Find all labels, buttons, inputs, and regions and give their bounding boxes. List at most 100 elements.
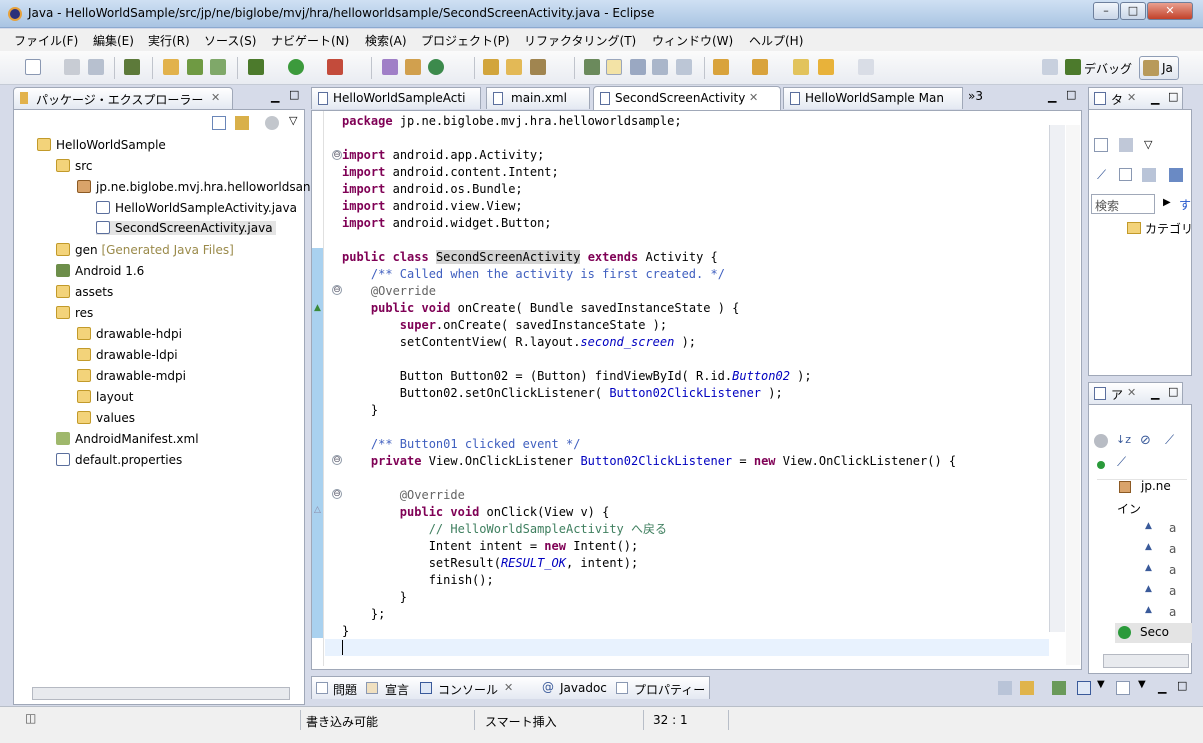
editor-vertical-scrollbar[interactable] bbox=[1049, 125, 1065, 632]
tab-main-xml[interactable]: main.xml bbox=[486, 87, 590, 109]
menu-source[interactable]: ソース(S) bbox=[204, 32, 256, 49]
open-resource-icon[interactable] bbox=[506, 59, 522, 75]
close-icon[interactable]: ✕ bbox=[749, 91, 758, 104]
sync-icon[interactable] bbox=[1142, 168, 1156, 182]
tab-overflow-button[interactable]: »3 bbox=[968, 89, 983, 103]
print-icon[interactable] bbox=[88, 59, 104, 75]
fold-toggle-icon[interactable]: ⊖ bbox=[332, 150, 342, 160]
save-icon[interactable] bbox=[64, 59, 80, 75]
show-whitespace-icon[interactable] bbox=[630, 59, 646, 75]
android-sdk-icon[interactable] bbox=[124, 59, 140, 75]
next-annotation-icon[interactable] bbox=[713, 59, 729, 75]
tree-item-secondscreenactivity[interactable]: SecondScreenActivity.java bbox=[96, 221, 276, 235]
menu-search[interactable]: 検索(A) bbox=[365, 32, 407, 49]
collapse-all-icon[interactable] bbox=[212, 116, 226, 130]
block-selection-icon[interactable] bbox=[652, 59, 668, 75]
tab-problems[interactable]: 問題 bbox=[333, 681, 357, 698]
public-member-icon[interactable] bbox=[1097, 461, 1105, 469]
maximize-view-icon[interactable]: □ bbox=[1168, 90, 1178, 103]
collapse-icon[interactable] bbox=[1119, 138, 1133, 152]
chevron-down-icon[interactable]: ▼ bbox=[1097, 679, 1105, 690]
outline-item[interactable]: a bbox=[1169, 584, 1176, 598]
back-icon[interactable] bbox=[818, 59, 834, 75]
tree-item-default-properties[interactable]: default.properties bbox=[56, 453, 182, 467]
minimize-view-icon[interactable]: ▁ bbox=[1151, 387, 1159, 400]
debug-perspective-label[interactable]: デバッグ bbox=[1084, 60, 1132, 77]
tree-item-drawable-hdpi[interactable]: drawable-hdpi bbox=[77, 327, 182, 341]
tree-item-helloworldsampleactivity[interactable]: HelloWorldSampleActivity.java bbox=[96, 201, 297, 215]
forward-icon[interactable] bbox=[858, 59, 874, 75]
new-task-icon[interactable] bbox=[1094, 138, 1108, 152]
link-with-editor-icon[interactable] bbox=[235, 116, 249, 130]
new-icon[interactable] bbox=[25, 59, 41, 75]
maximize-view-icon[interactable]: □ bbox=[1177, 679, 1187, 692]
fold-toggle-icon[interactable]: ⊖ bbox=[332, 285, 342, 295]
outline-item[interactable]: a bbox=[1169, 605, 1176, 619]
maximize-editor-icon[interactable]: □ bbox=[1066, 88, 1076, 101]
tab-task-list[interactable]: タ ✕ ▁ □ bbox=[1088, 87, 1183, 109]
outline-item[interactable]: a bbox=[1169, 542, 1176, 556]
tree-item-drawable-ldpi[interactable]: drawable-ldpi bbox=[77, 348, 178, 362]
search-tool-icon[interactable] bbox=[530, 59, 546, 75]
open-type-icon[interactable] bbox=[483, 59, 499, 75]
tree-item-project[interactable]: HelloWorldSample bbox=[37, 138, 166, 152]
tab-javadoc[interactable]: Javadoc bbox=[560, 681, 607, 695]
tree-item-gen[interactable]: gen [Generated Java Files] bbox=[56, 243, 234, 257]
fast-view-icon[interactable]: ◫ bbox=[25, 711, 36, 725]
hide-local-types-icon[interactable]: ⟋ bbox=[1117, 455, 1126, 470]
close-icon[interactable]: ✕ bbox=[504, 681, 513, 694]
play-icon[interactable]: ▶ bbox=[1163, 197, 1171, 208]
focus-icon[interactable] bbox=[1119, 168, 1132, 181]
fold-toggle-icon[interactable]: ⊖ bbox=[332, 489, 342, 499]
menu-file[interactable]: ファイル(F) bbox=[14, 32, 78, 49]
menu-project[interactable]: プロジェクト(P) bbox=[421, 32, 510, 49]
tree-item-android-library[interactable]: Android 1.6 bbox=[56, 264, 144, 278]
menu-run[interactable]: 実行(R) bbox=[148, 32, 190, 49]
minimize-view-icon[interactable]: ▁ bbox=[271, 90, 279, 103]
tree-item-src[interactable]: src bbox=[56, 159, 93, 173]
close-button[interactable]: ✕ bbox=[1147, 2, 1193, 20]
external-tools-icon[interactable] bbox=[327, 59, 343, 75]
pin-console-icon[interactable] bbox=[1052, 681, 1066, 695]
highlight-icon[interactable] bbox=[606, 59, 622, 75]
menu-help[interactable]: ヘルプ(H) bbox=[749, 32, 803, 49]
tree-item-androidmanifest[interactable]: AndroidManifest.xml bbox=[56, 432, 199, 446]
paragraph-icon[interactable] bbox=[676, 59, 692, 75]
menu-refactor[interactable]: リファクタリング(T) bbox=[524, 32, 636, 49]
minimize-button[interactable]: – bbox=[1093, 2, 1119, 20]
close-icon[interactable]: ✕ bbox=[211, 91, 220, 104]
tab-console[interactable]: コンソール bbox=[438, 681, 498, 698]
tree-item-drawable-mdpi[interactable]: drawable-mdpi bbox=[77, 369, 186, 383]
filter-icon[interactable] bbox=[265, 116, 279, 130]
menu-window[interactable]: ウィンドウ(W) bbox=[652, 32, 733, 49]
open-perspective-icon[interactable] bbox=[1042, 59, 1058, 75]
new-android-icon[interactable] bbox=[210, 59, 226, 75]
minimize-view-icon[interactable]: ▁ bbox=[1151, 92, 1159, 105]
java-perspective-button[interactable]: Ja bbox=[1139, 56, 1179, 80]
tree-item-assets[interactable]: assets bbox=[56, 285, 113, 299]
tab-outline[interactable]: ア ✕ ▁ □ bbox=[1088, 382, 1183, 404]
maximize-button[interactable]: □ bbox=[1120, 2, 1146, 20]
last-edit-location-icon[interactable] bbox=[793, 59, 809, 75]
new-interface-icon[interactable] bbox=[428, 59, 444, 75]
explorer-horizontal-scrollbar[interactable] bbox=[32, 687, 290, 700]
outline-item[interactable]: jp.ne bbox=[1141, 479, 1171, 493]
filter-icon[interactable]: ⟋ bbox=[1097, 168, 1106, 183]
tab-properties[interactable]: プロパティー bbox=[634, 681, 705, 698]
tree-item-values[interactable]: values bbox=[77, 411, 135, 425]
tab-package-explorer[interactable]: パッケージ・エクスプローラー ✕ bbox=[13, 87, 233, 109]
tree-item-res[interactable]: res bbox=[56, 306, 93, 320]
view-menu-icon[interactable]: ▽ bbox=[1144, 138, 1152, 151]
view-menu-icon[interactable]: ▽ bbox=[289, 114, 297, 127]
sort-icon[interactable]: ↓z bbox=[1116, 433, 1131, 446]
tab-declaration[interactable]: 宣言 bbox=[385, 681, 409, 698]
close-icon[interactable]: ✕ bbox=[1127, 91, 1136, 104]
hide-fields-icon[interactable] bbox=[1094, 434, 1108, 448]
menu-edit[interactable]: 編集(E) bbox=[93, 32, 134, 49]
outline-item[interactable]: イン bbox=[1117, 500, 1141, 517]
schedule-icon[interactable] bbox=[1169, 168, 1183, 182]
display-console-icon[interactable] bbox=[1077, 681, 1091, 695]
scroll-lock-icon[interactable] bbox=[1020, 681, 1034, 695]
tab-helloworldsample-manifest[interactable]: HelloWorldSample Man bbox=[783, 87, 963, 109]
run-icon[interactable] bbox=[288, 59, 304, 75]
